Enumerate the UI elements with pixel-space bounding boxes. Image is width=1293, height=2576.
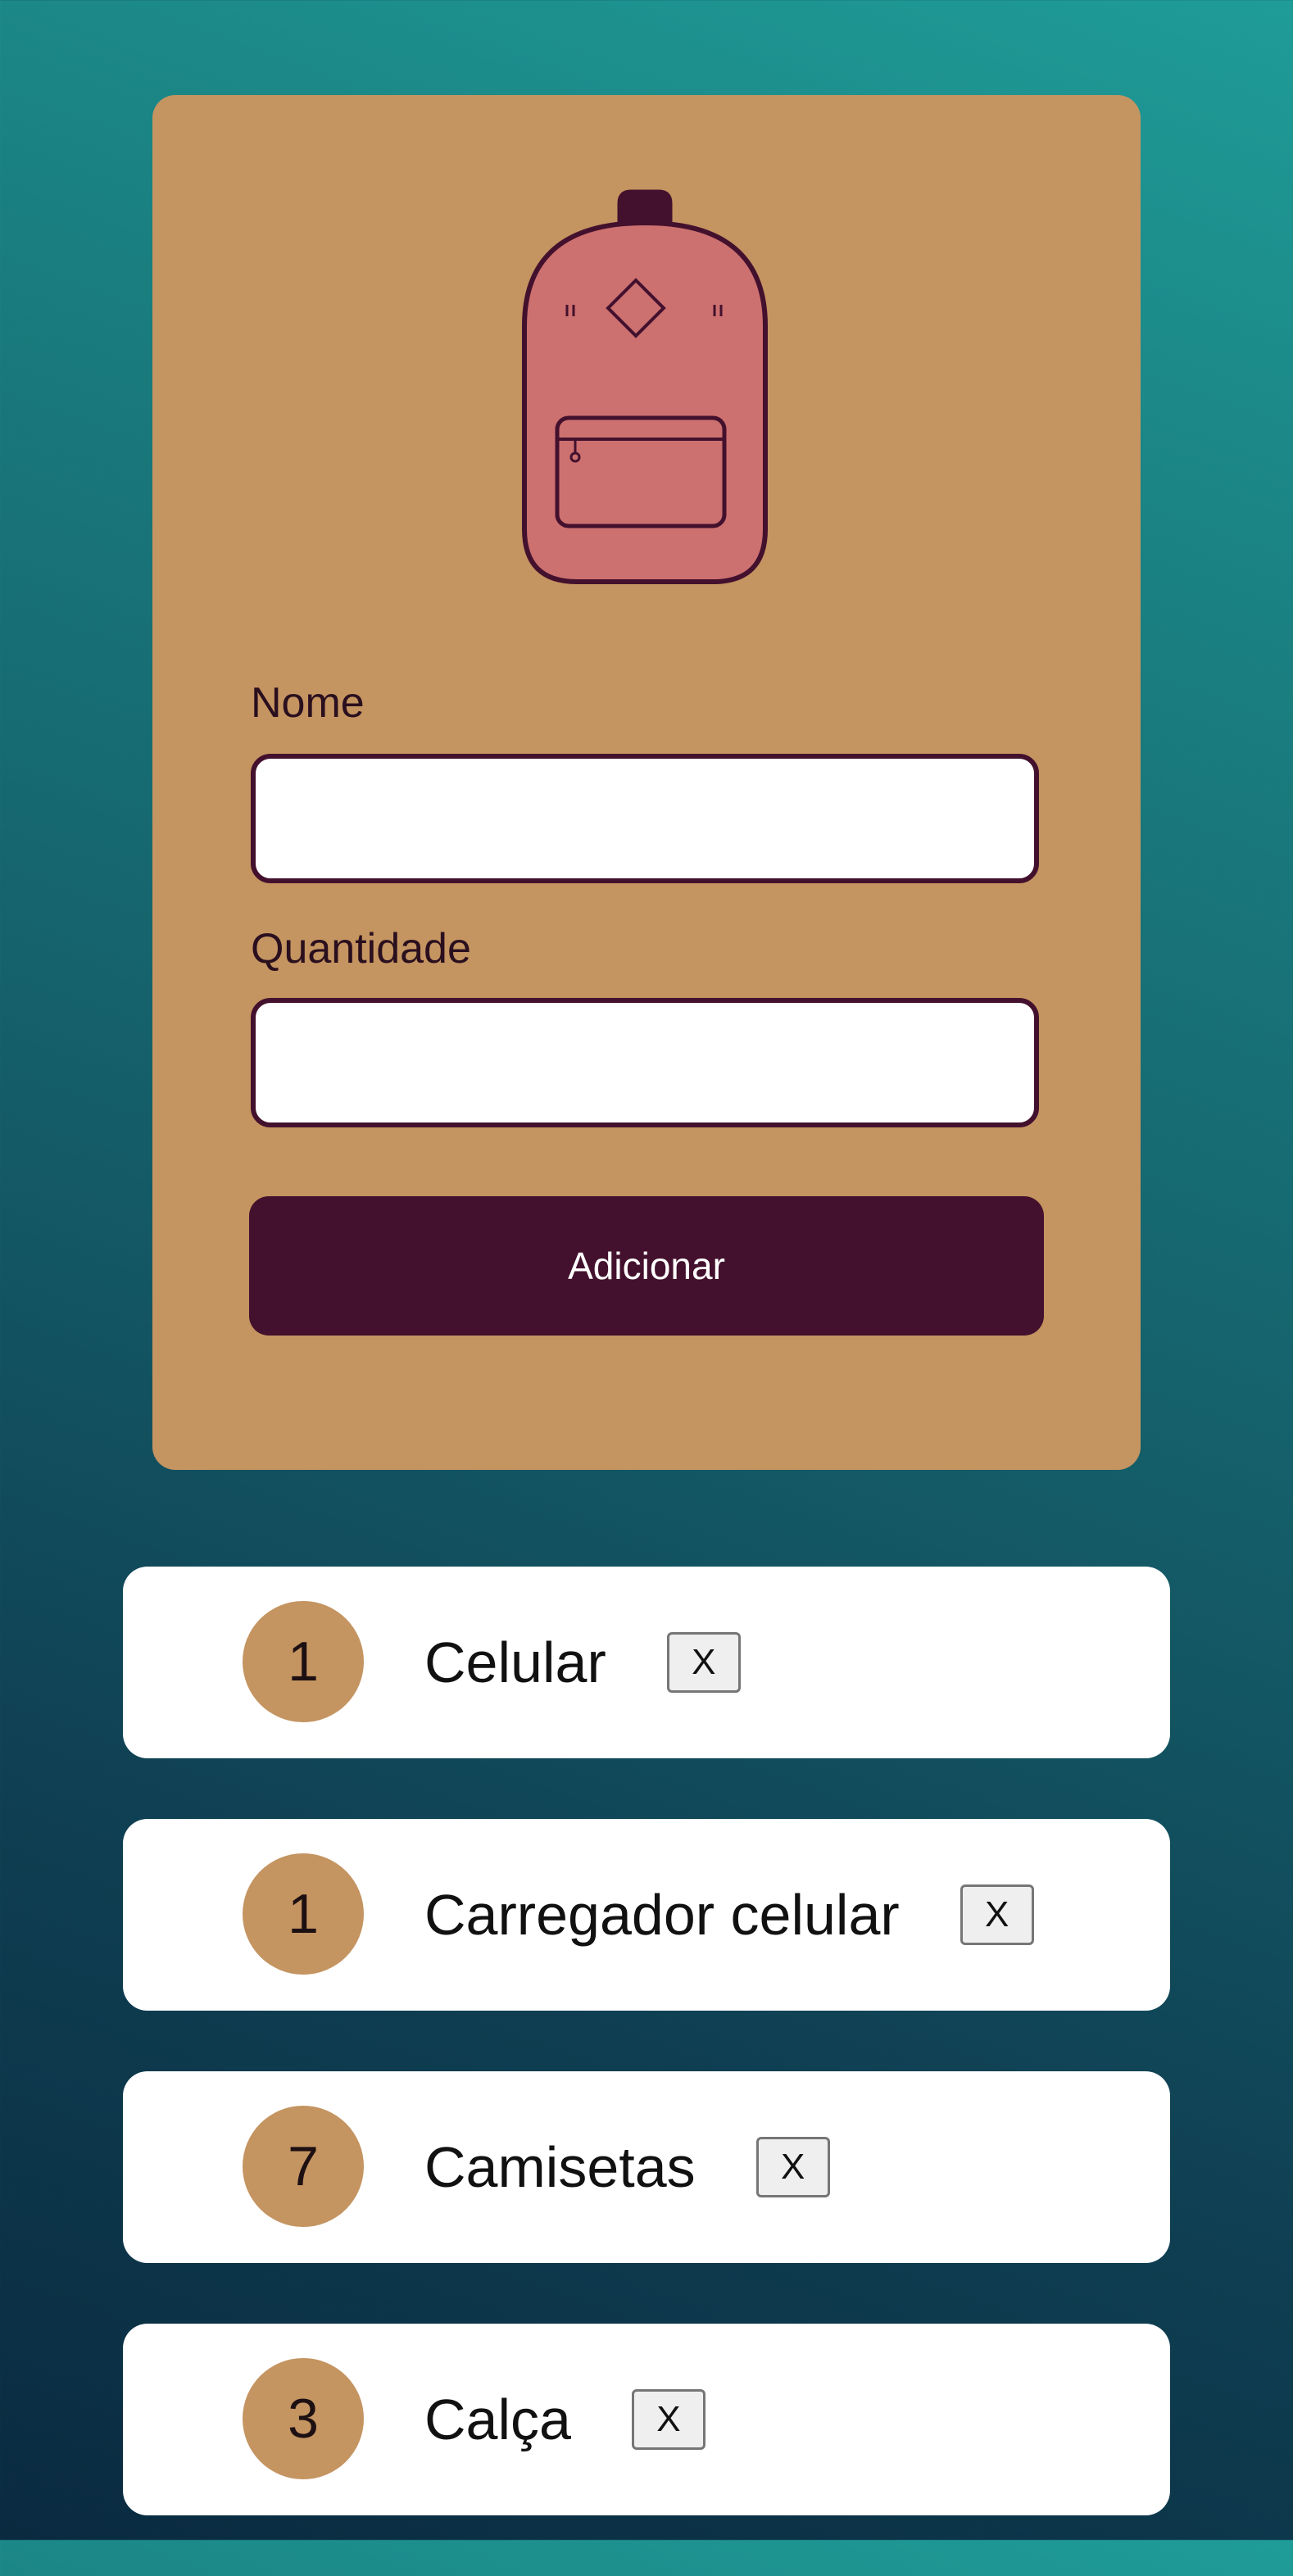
item-content: Carregador celular X [424, 1819, 1034, 2011]
item-name: Celular [424, 1630, 606, 1694]
item-name: Carregador celular [424, 1883, 900, 1947]
add-button[interactable]: Adicionar [249, 1196, 1044, 1336]
quantity-field-label: Quantidade [251, 925, 471, 973]
list-item: 1 Carregador celular X [123, 1819, 1170, 2011]
list-item: 3 Calça X [123, 2324, 1170, 2515]
remove-item-button[interactable]: X [960, 1884, 1034, 1945]
item-content: Camisetas X [424, 2071, 830, 2263]
quantity-badge: 1 [243, 1853, 364, 1975]
backpack-icon [522, 189, 768, 584]
remove-item-button[interactable]: X [631, 2389, 705, 2450]
remove-item-button[interactable]: X [666, 1632, 741, 1693]
quantity-badge: 1 [243, 1601, 364, 1722]
remove-item-button[interactable]: X [755, 2137, 830, 2197]
item-list: 1 Celular X 1 Carregador celular X 7 Cam… [123, 1567, 1170, 2576]
name-field-label: Nome [251, 679, 365, 727]
item-content: Celular X [424, 1567, 741, 1758]
item-name: Camisetas [424, 2135, 696, 2199]
quantity-badge: 3 [243, 2358, 364, 2479]
list-item: 1 Celular X [123, 1567, 1170, 1758]
quantity-badge: 7 [243, 2106, 364, 2227]
quantity-input[interactable] [251, 998, 1039, 1127]
item-name: Calça [424, 2388, 571, 2451]
name-input[interactable] [251, 754, 1039, 883]
item-content: Calça X [424, 2324, 705, 2515]
list-item: 7 Camisetas X [123, 2071, 1170, 2263]
